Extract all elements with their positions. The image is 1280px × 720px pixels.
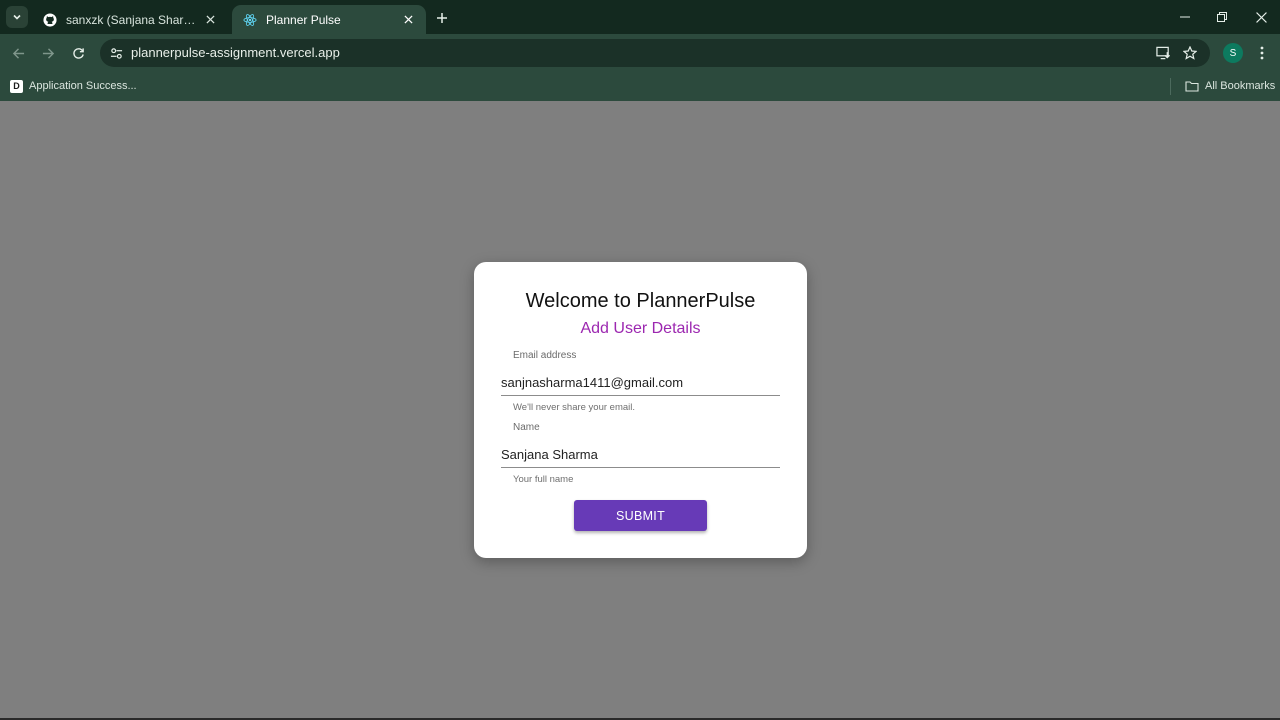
browser-toolbar: plannerpulse-assignment.vercel.app S — [0, 34, 1280, 72]
tab-title: Planner Pulse — [266, 12, 341, 27]
all-bookmarks-button[interactable]: All Bookmarks — [1185, 78, 1275, 94]
submit-button[interactable]: SUBMIT — [574, 500, 707, 531]
reload-button[interactable] — [68, 43, 88, 63]
close-window-button[interactable] — [1251, 7, 1271, 27]
profile-avatar[interactable]: S — [1223, 43, 1243, 63]
tab-title: sanxzk (Sanjana Sharma) — [66, 12, 202, 27]
tab-strip: sanxzk (Sanjana Sharma) Planner Pulse — [0, 0, 1280, 34]
restore-icon — [1217, 12, 1227, 22]
email-field[interactable]: sanjnasharma1411@gmail.com — [501, 372, 780, 396]
tab-planner-pulse[interactable]: Planner Pulse — [232, 5, 426, 34]
github-icon — [42, 12, 58, 28]
email-value: sanjnasharma1411@gmail.com — [501, 375, 684, 390]
bookmark-favicon: D — [10, 79, 23, 93]
back-button[interactable] — [8, 43, 28, 63]
dialog-title: Welcome to PlannerPulse — [525, 290, 756, 312]
minimize-icon — [1180, 16, 1190, 18]
reload-icon — [72, 47, 84, 59]
more-vert-icon — [1260, 46, 1264, 60]
name-label: Name — [513, 422, 540, 433]
close-icon — [1255, 11, 1267, 23]
bookmarks-divider — [1170, 78, 1171, 95]
close-icon[interactable] — [202, 12, 218, 28]
bookmark-star-icon[interactable] — [1180, 43, 1200, 63]
all-bookmarks-label: All Bookmarks — [1205, 80, 1276, 92]
email-label: Email address — [513, 350, 577, 361]
react-icon — [242, 12, 258, 28]
plus-icon — [437, 13, 447, 23]
close-icon[interactable] — [400, 12, 416, 28]
forward-button[interactable] — [38, 43, 58, 63]
bookmarks-bar: D Application Success... All Bookmarks — [0, 72, 1280, 101]
chevron-down-icon — [13, 14, 21, 20]
tab-github[interactable]: sanxzk (Sanjana Sharma) — [32, 5, 228, 34]
arrow-right-icon — [42, 47, 54, 59]
dialog-subtitle: Add User Details — [580, 320, 701, 337]
bookmark-application-success[interactable]: D Application Success... — [10, 78, 137, 94]
user-details-dialog: Welcome to PlannerPulse Add User Details… — [474, 262, 807, 558]
install-app-icon[interactable] — [1153, 43, 1173, 63]
folder-icon — [1185, 81, 1199, 92]
browser-menu-button[interactable] — [1253, 43, 1271, 63]
email-helper-text: We'll never share your email. — [513, 402, 636, 413]
url-text: plannerpulse-assignment.vercel.app — [131, 45, 340, 60]
name-value: Sanjana Sharma — [501, 447, 598, 462]
name-helper-text: Your full name — [513, 474, 574, 485]
site-settings-icon[interactable] — [106, 43, 126, 63]
restore-button[interactable] — [1212, 7, 1232, 27]
tab-search-button[interactable] — [6, 6, 28, 28]
bookmark-label: Application Success... — [29, 80, 137, 92]
minimize-button[interactable] — [1175, 7, 1195, 27]
new-tab-button[interactable] — [432, 8, 452, 28]
address-bar[interactable]: plannerpulse-assignment.vercel.app — [100, 39, 1210, 67]
arrow-left-icon — [12, 47, 24, 59]
page-viewport: Welcome to PlannerPulse Add User Details… — [0, 101, 1280, 720]
name-field[interactable]: Sanjana Sharma — [501, 444, 780, 468]
